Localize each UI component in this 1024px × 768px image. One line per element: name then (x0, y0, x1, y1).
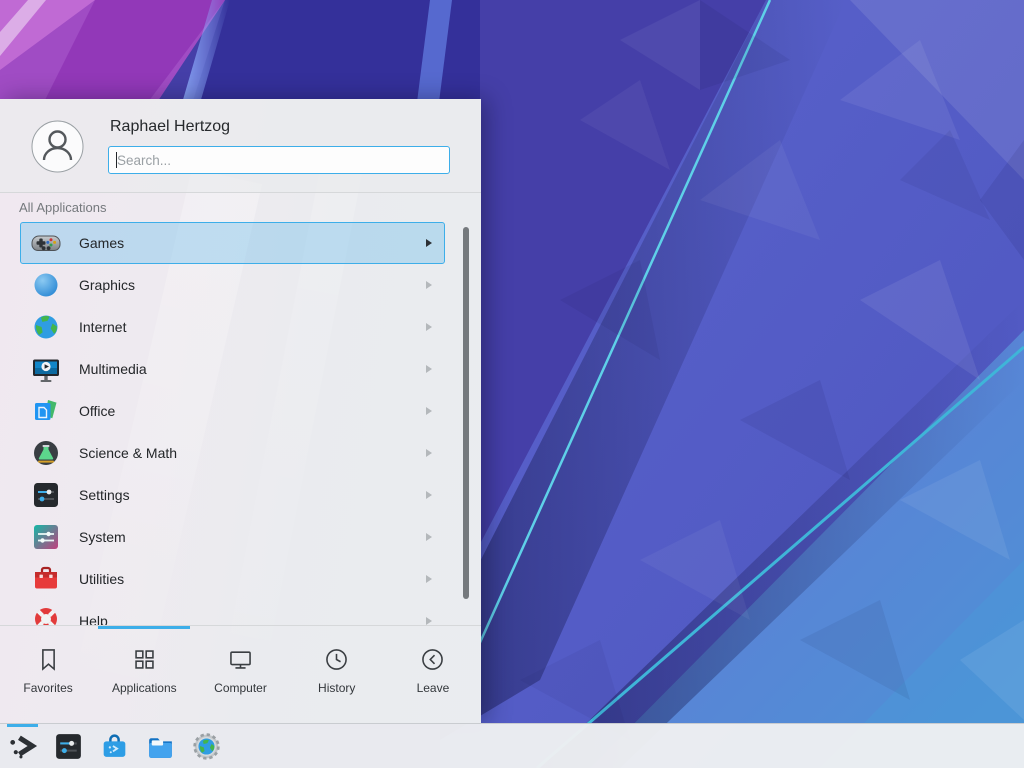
category-label: Settings (79, 487, 426, 503)
computer-icon (227, 646, 254, 673)
tab-computer[interactable]: Computer (192, 629, 288, 723)
category-row-internet[interactable]: Internet (20, 306, 445, 348)
category-row-games[interactable]: Games (20, 222, 445, 264)
submenu-arrow-icon (426, 281, 432, 289)
dolphin-file-manager-button[interactable] (144, 730, 177, 763)
tab-label: Leave (417, 681, 450, 695)
category-label: Office (79, 403, 426, 419)
application-launcher-menu: Raphael Hertzog All Applications (0, 99, 481, 723)
gamepad-icon (30, 227, 62, 259)
section-label: All Applications (19, 200, 106, 215)
monitor-play-icon (30, 353, 62, 385)
launcher-tab-bar: Favorites Applications Computer History (0, 629, 481, 723)
category-row-office[interactable]: Office (20, 390, 445, 432)
text-cursor (116, 152, 117, 168)
submenu-arrow-icon (426, 617, 432, 625)
active-task-indicator (7, 724, 38, 727)
kickoff-launcher-icon (6, 730, 39, 763)
tab-label: Favorites (23, 681, 72, 695)
application-category-list: Games Graphics Internet (20, 222, 445, 625)
flask-icon (30, 437, 62, 469)
leave-icon (419, 646, 446, 673)
category-row-system[interactable]: System (20, 516, 445, 558)
blue-sphere-icon (30, 269, 62, 301)
category-label: Help (79, 613, 426, 625)
globe-gear-icon (190, 730, 223, 763)
submenu-arrow-icon (426, 365, 432, 373)
category-label: System (79, 529, 426, 545)
user-avatar[interactable] (31, 120, 84, 173)
tabbar-separator (0, 625, 481, 626)
search-field (108, 146, 450, 174)
folder-icon (144, 730, 177, 763)
submenu-arrow-icon (426, 323, 432, 331)
category-row-science-math[interactable]: Science & Math (20, 432, 445, 474)
category-label: Games (79, 235, 426, 251)
submenu-arrow-icon (426, 407, 432, 415)
tab-label: History (318, 681, 355, 695)
system-sliders-icon (30, 521, 62, 553)
category-row-settings[interactable]: Settings (20, 474, 445, 516)
category-label: Multimedia (79, 361, 426, 377)
search-input[interactable] (108, 146, 450, 174)
discover-software-center-button[interactable] (98, 730, 131, 763)
header-separator (0, 192, 481, 193)
sliders-icon (30, 479, 62, 511)
tab-favorites[interactable]: Favorites (0, 629, 96, 723)
tab-history[interactable]: History (289, 629, 385, 723)
globe-icon (30, 311, 62, 343)
submenu-arrow-icon (426, 491, 432, 499)
launcher-header: Raphael Hertzog (0, 99, 481, 192)
application-launcher-button[interactable] (6, 730, 39, 763)
tab-label: Applications (112, 681, 177, 695)
system-settings-icon (52, 730, 85, 763)
clock-icon (323, 646, 350, 673)
submenu-arrow-icon (426, 449, 432, 457)
documents-icon (30, 395, 62, 427)
toolbox-icon (30, 563, 62, 595)
tab-leave[interactable]: Leave (385, 629, 481, 723)
category-label: Utilities (79, 571, 426, 587)
submenu-arrow-icon (426, 239, 432, 247)
taskbar: ES 7:03 PM 4/24/21 (0, 723, 1024, 768)
category-label: Internet (79, 319, 426, 335)
category-row-help[interactable]: Help (20, 600, 445, 625)
grid-icon (131, 646, 158, 673)
system-settings-button[interactable] (52, 730, 85, 763)
tab-applications[interactable]: Applications (96, 629, 192, 723)
category-row-multimedia[interactable]: Multimedia (20, 348, 445, 390)
submenu-arrow-icon (426, 533, 432, 541)
bookmark-icon (35, 646, 62, 673)
category-row-graphics[interactable]: Graphics (20, 264, 445, 306)
tab-label: Computer (214, 681, 267, 695)
category-row-utilities[interactable]: Utilities (20, 558, 445, 600)
category-label: Science & Math (79, 445, 426, 461)
submenu-arrow-icon (426, 575, 432, 583)
discover-icon (98, 730, 131, 763)
lifebuoy-icon (30, 605, 62, 625)
scrollbar[interactable] (463, 227, 469, 599)
category-label: Graphics (79, 277, 426, 293)
user-name: Raphael Hertzog (110, 118, 230, 136)
konqueror-browser-button[interactable] (190, 730, 223, 763)
